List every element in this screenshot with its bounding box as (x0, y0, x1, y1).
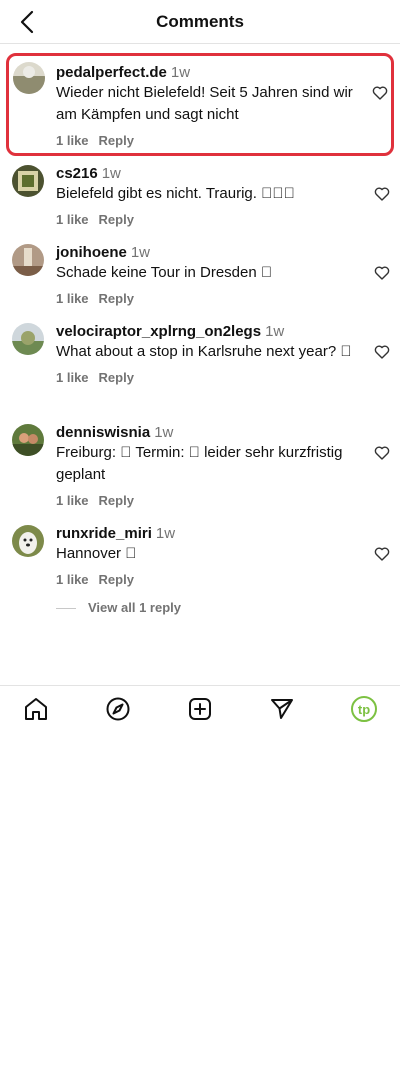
comment-item: cs216 1w Bielefeld gibt es nicht. Traurig… (0, 161, 400, 240)
home-icon[interactable] (23, 696, 49, 722)
comment-text: Wieder nicht Bielefeld! Seit 5 Jahren si… (56, 84, 353, 123)
comment-time: 1w (130, 244, 151, 261)
header: Comments (0, 0, 400, 44)
avatar[interactable] (12, 525, 44, 557)
view-all-replies-button[interactable]: View all 1 reply (56, 600, 181, 615)
comment-text: Bielefeld gibt es nicht. Traurig.     (56, 185, 295, 202)
comment-time: 1w (155, 525, 176, 542)
comment-text: Schade keine Tour in Dresden   (56, 264, 273, 281)
comment-time: 1w (154, 424, 174, 441)
comment-item: velociraptor_xplrng_on2legs 1w What about… (0, 319, 400, 420)
comment-item: runxride_miri 1w Hannover   1 like Reply (0, 521, 400, 600)
heart-icon[interactable] (372, 85, 388, 101)
comment-username[interactable]: pedalperfect.de (56, 64, 167, 81)
comment-text: What about a stop in Karlsruhe next year… (56, 343, 352, 360)
profile-avatar[interactable]: tp (351, 696, 377, 722)
comment-username[interactable]: cs216 (56, 165, 98, 182)
heart-icon[interactable] (374, 445, 390, 461)
reply-button[interactable]: Reply (99, 291, 134, 306)
heart-icon[interactable] (374, 344, 390, 360)
bottom-nav: tp (0, 685, 400, 732)
comment-username[interactable]: denniswisnia (56, 424, 150, 441)
like-count[interactable]: 1 like (56, 493, 89, 508)
explore-icon[interactable] (105, 696, 131, 722)
heart-icon[interactable] (374, 265, 390, 281)
comment-list: pedalperfect.de 1w Wieder nicht Bielefeld… (0, 53, 400, 600)
comment-text: Freiburg:   Termin:   leider sehr kurzfr… (56, 444, 343, 483)
comment-time: 1w (170, 64, 191, 81)
reply-button[interactable]: Reply (99, 493, 134, 508)
heart-icon[interactable] (374, 186, 390, 202)
avatar[interactable] (12, 424, 44, 456)
page-title: Comments (156, 12, 244, 31)
like-count[interactable]: 1 like (56, 572, 89, 587)
comment-item: pedalperfect.de 1w Wieder nicht Bielefeld… (6, 53, 394, 156)
avatar[interactable] (12, 244, 44, 276)
send-icon[interactable] (269, 696, 295, 722)
reply-button[interactable]: Reply (99, 133, 134, 148)
comment-time: 1w (265, 323, 285, 340)
like-count[interactable]: 1 like (56, 133, 89, 148)
comment-username[interactable]: runxride_miri (56, 525, 152, 542)
reply-button[interactable]: Reply (99, 212, 134, 227)
divider-line (56, 608, 76, 610)
view-all-replies-label: View all 1 reply (88, 600, 181, 615)
avatar[interactable] (13, 62, 45, 94)
profile-initials: tp (357, 701, 371, 717)
comment-username[interactable]: jonihoene (56, 244, 127, 261)
comment-time: 1w (101, 165, 121, 182)
like-count[interactable]: 1 like (56, 212, 89, 227)
comment-item: jonihoene 1w Schade keine Tour in Dresden… (0, 240, 400, 319)
like-count[interactable]: 1 like (56, 291, 89, 306)
comment-text: Hannover   (56, 545, 137, 562)
like-count[interactable]: 1 like (56, 370, 89, 385)
create-icon[interactable] (187, 696, 213, 722)
reply-button[interactable]: Reply (99, 370, 134, 385)
heart-icon[interactable] (374, 546, 390, 562)
reply-button[interactable]: Reply (99, 572, 134, 587)
comment-item: denniswisnia 1w Freiburg:   Termin:   lei… (0, 420, 400, 521)
avatar[interactable] (12, 165, 44, 197)
avatar[interactable] (12, 323, 44, 355)
comment-username[interactable]: velociraptor_xplrng_on2legs (56, 323, 261, 340)
